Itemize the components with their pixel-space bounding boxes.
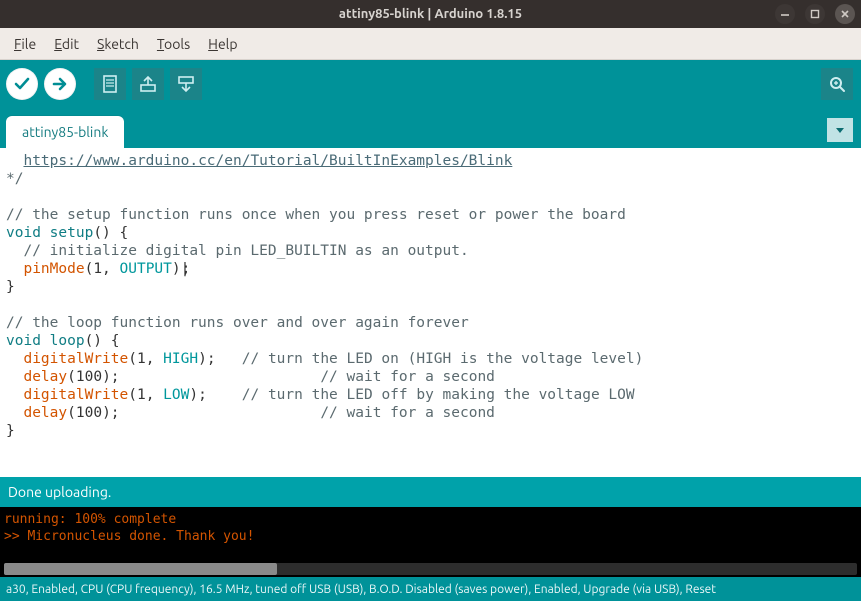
save-sketch-button[interactable] <box>170 68 202 100</box>
console-scrollbar-thumb[interactable] <box>4 563 277 575</box>
setup-comment: // the setup function runs once when you… <box>6 207 626 223</box>
delay2-comment: // wait for a second <box>120 405 495 421</box>
close-button[interactable] <box>835 4 855 24</box>
board-info-footer: a30, Enabled, CPU (CPU frequency), 16.5 … <box>0 577 861 601</box>
delay1-comment: // wait for a second <box>120 369 495 385</box>
init-comment: // initialize digital pin LED_BUILTIN as… <box>6 243 469 259</box>
kw-void-2: void <box>6 333 41 349</box>
sketch-tabbar: attiny85-blink <box>0 108 861 148</box>
pin-3: 1 <box>137 387 146 403</box>
pin-1: 1 <box>93 261 102 277</box>
comment-end: */ <box>6 171 23 187</box>
tab-attiny85-blink[interactable]: attiny85-blink <box>6 116 124 148</box>
loop-sig-tail: () { <box>85 333 120 349</box>
menu-sketch-rest: ketch <box>104 36 139 52</box>
fn-pinmode: pinMode <box>23 261 84 277</box>
menu-file[interactable]: File <box>6 32 44 56</box>
menu-help[interactable]: Help <box>200 32 245 56</box>
menu-file-rest: ile <box>21 36 36 52</box>
verify-button[interactable] <box>6 68 38 100</box>
window-titlebar: attiny85-blink | Arduino 1.8.15 <box>0 0 861 28</box>
pin-2: 1 <box>137 351 146 367</box>
status-bar: Done uploading. <box>0 477 861 507</box>
fn-setup: setup <box>50 225 94 241</box>
toolbar <box>0 60 861 108</box>
window-title: attiny85-blink | Arduino 1.8.15 <box>0 7 861 21</box>
fn-delay-1: delay <box>23 369 67 385</box>
tab-label: attiny85-blink <box>22 124 108 140</box>
menubar: File Edit Sketch Tools Help <box>0 28 861 60</box>
tutorial-url-link[interactable]: https://www.arduino.cc/en/Tutorial/Built… <box>23 153 512 169</box>
const-output: OUTPUT <box>120 261 172 277</box>
window-controls <box>775 4 855 24</box>
kw-void-1: void <box>6 225 41 241</box>
menu-edit[interactable]: Edit <box>46 32 87 56</box>
minimize-button[interactable] <box>775 4 795 24</box>
fn-dw-2: digitalWrite <box>23 387 128 403</box>
delay-1: 100 <box>76 369 102 385</box>
dw-high-comment: // turn the LED on (HIGH is the voltage … <box>216 351 644 367</box>
const-high: HIGH <box>163 351 198 367</box>
fn-loop: loop <box>50 333 85 349</box>
menu-tools[interactable]: Tools <box>149 32 198 56</box>
console-line-1: running: 100% complete <box>4 512 176 527</box>
loop-comment: // the loop function runs over and over … <box>6 315 469 331</box>
menu-help-rest: elp <box>218 36 238 52</box>
menu-sketch[interactable]: Sketch <box>89 32 147 56</box>
menu-edit-rest: dit <box>62 36 79 52</box>
brace-close-2: } <box>6 423 15 439</box>
serial-monitor-button[interactable] <box>821 68 853 100</box>
board-info-text: a30, Enabled, CPU (CPU frequency), 16.5 … <box>6 583 716 596</box>
fn-dw-1: digitalWrite <box>23 351 128 367</box>
new-sketch-button[interactable] <box>94 68 126 100</box>
brace-close-1: } <box>6 279 15 295</box>
const-low: LOW <box>163 387 189 403</box>
tab-dropdown-button[interactable] <box>827 118 853 142</box>
status-text: Done uploading. <box>8 484 111 500</box>
setup-sig-tail: () { <box>93 225 128 241</box>
open-sketch-button[interactable] <box>132 68 164 100</box>
fn-delay-2: delay <box>23 405 67 421</box>
output-console[interactable]: running: 100% complete >> Micronucleus d… <box>0 507 861 577</box>
maximize-button[interactable] <box>805 4 825 24</box>
text-cursor: | <box>181 260 182 278</box>
menu-tools-rest: ools <box>164 36 190 52</box>
upload-button[interactable] <box>44 68 76 100</box>
console-line-2: >> Micronucleus done. Thank you! <box>4 529 254 544</box>
delay-2: 100 <box>76 405 102 421</box>
dw-low-comment: // turn the LED off by making the voltag… <box>207 387 635 403</box>
code-editor[interactable]: https://www.arduino.cc/en/Tutorial/Built… <box>0 148 861 477</box>
console-horizontal-scrollbar[interactable] <box>4 563 857 575</box>
